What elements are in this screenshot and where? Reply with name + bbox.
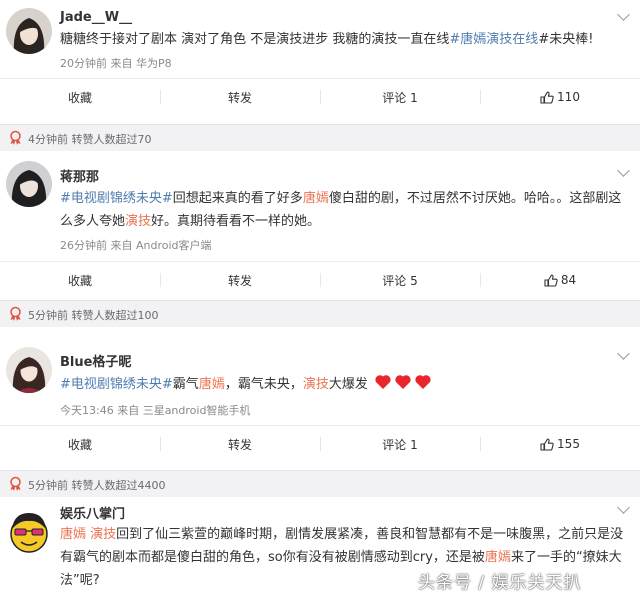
keyword: 唐嫣 — [484, 550, 511, 565]
chevron-down-icon[interactable] — [617, 347, 630, 360]
post-text-part: 糖糖终于接对了剧本 演对了角色 不是演技进步 我糖的演技一直在线 — [60, 32, 450, 47]
hot-badge-bar: 4分钟前 转赞人数超过70 — [0, 124, 640, 151]
collect-button[interactable]: 收藏 — [0, 262, 160, 298]
username[interactable]: Blue格子昵 — [60, 351, 131, 370]
hot-badge-text: 4分钟前 转赞人数超过70 — [28, 133, 152, 146]
post-3: Blue格子昵 #电视剧锦绣未央#霸气唐嫣，霸气未央，演技大爆发 今天13:46… — [0, 327, 640, 462]
post-meta: 20分钟前 来自 华为P8 — [60, 57, 172, 70]
action-bar: 收藏 转发 评论 5 84 — [0, 261, 640, 298]
watermark: 头条号 / 娱乐关天扒 — [418, 573, 582, 593]
post-text-part: 回想起来真的看了好多 — [172, 191, 303, 206]
hot-badge-text: 5分钟前 转赞人数超过4400 — [28, 479, 166, 492]
post-text-part: #未央棒! — [538, 32, 594, 47]
avatar[interactable] — [6, 8, 52, 54]
comment-button[interactable]: 评论 5 — [320, 262, 480, 298]
post-text-part: 好。真期待看看不一样的她。 — [151, 214, 321, 229]
post-meta: 26分钟前 来自 Android客户端 — [60, 239, 212, 252]
username[interactable]: 娱乐八掌门 — [60, 503, 125, 522]
keyword: 唐嫣 — [198, 377, 225, 392]
keyword: 演技 — [125, 214, 152, 229]
like-button[interactable]: 84 — [480, 262, 640, 298]
chevron-down-icon[interactable] — [617, 501, 630, 514]
avatar[interactable] — [6, 509, 52, 555]
hot-badge-icon — [10, 306, 21, 321]
username[interactable]: Jade__W__ — [60, 10, 132, 25]
like-button[interactable]: 155 — [480, 426, 640, 462]
keyword: 唐嫣 — [60, 527, 87, 542]
keyword: 演技 — [302, 377, 329, 392]
post-2: 蒋那那 #电视剧锦绣未央#回想起来真的看了好多唐嫣傻白甜的剧，不过居然不讨厌她。… — [0, 151, 640, 298]
collect-button[interactable]: 收藏 — [0, 426, 160, 462]
collect-button[interactable]: 收藏 — [0, 79, 160, 115]
post-text-part: 霸气 — [172, 377, 199, 392]
hot-badge-icon — [10, 130, 21, 145]
hot-badge-bar: 5分钟前 转赞人数超过4400 — [0, 470, 640, 497]
like-button[interactable]: 110 — [480, 79, 640, 115]
repost-button[interactable]: 转发 — [160, 79, 320, 115]
post-text: #电视剧锦绣未央#回想起来真的看了好多唐嫣傻白甜的剧，不过居然不讨厌她。哈哈。。… — [60, 187, 632, 233]
post-text: 糖糖终于接对了剧本 演对了角色 不是演技进步 我糖的演技一直在线#唐嫣演技在线#… — [60, 28, 632, 51]
thumbs-up-icon — [540, 90, 554, 104]
hot-badge-text: 5分钟前 转赞人数超过100 — [28, 309, 159, 322]
hot-badge-bar: 5分钟前 转赞人数超过100 — [0, 300, 640, 327]
username[interactable]: 蒋那那 — [60, 166, 99, 185]
hot-badge-icon — [10, 476, 21, 491]
comment-button[interactable]: 评论 1 — [320, 79, 480, 115]
repost-button[interactable]: 转发 — [160, 426, 320, 462]
repost-button[interactable]: 转发 — [160, 262, 320, 298]
avatar[interactable] — [6, 347, 52, 393]
post-text: #电视剧锦绣未央#霸气唐嫣，霸气未央，演技大爆发 — [60, 373, 632, 399]
avatar[interactable] — [6, 161, 52, 207]
post-1: Jade__W__ 糖糖终于接对了剧本 演对了角色 不是演技进步 我糖的演技一直… — [0, 0, 640, 112]
comment-button[interactable]: 评论 1 — [320, 426, 480, 462]
chevron-down-icon[interactable] — [617, 164, 630, 177]
topic-link[interactable]: #电视剧锦绣未央# — [60, 191, 173, 206]
heart-emoji-icon — [374, 373, 436, 399]
post-text-part: 大爆发 — [328, 377, 368, 392]
keyword: 演技 — [90, 527, 117, 542]
keyword: 唐嫣 — [302, 191, 329, 206]
action-bar: 收藏 转发 评论 1 110 — [0, 78, 640, 115]
thumbs-up-icon — [544, 273, 558, 287]
thumbs-up-icon — [540, 437, 554, 451]
post-meta: 今天13:46 来自 三星android智能手机 — [60, 404, 251, 417]
topic-link[interactable]: #唐嫣演技在线 — [449, 32, 538, 47]
action-bar: 收藏 转发 评论 1 155 — [0, 425, 640, 462]
chevron-down-icon[interactable] — [617, 8, 630, 21]
post-text-part: ，霸气未央， — [224, 377, 303, 392]
topic-link[interactable]: #电视剧锦绣未央# — [60, 377, 173, 392]
